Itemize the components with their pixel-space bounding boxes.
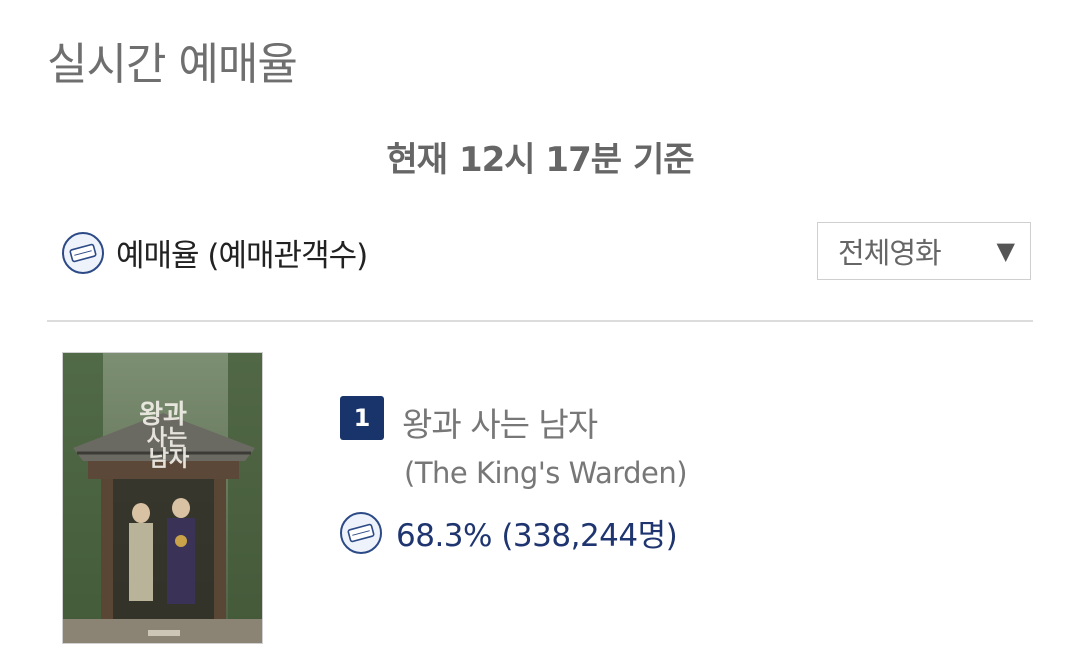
reference-time: 현재 12시 17분 기준 <box>0 132 1080 181</box>
time-prefix: 현재 <box>386 140 448 180</box>
movie-english-title: (The King's Warden) <box>404 456 688 490</box>
divider <box>47 320 1033 322</box>
movie-booking-rate: 68.3% (338,244명) <box>340 510 678 555</box>
ticket-icon <box>62 231 104 274</box>
time-value: 12시 17분 <box>458 140 622 180</box>
booking-rate-label: 예매율 (예매관객수) <box>116 238 368 274</box>
movie-filter-select[interactable]: 전체영화 ▼ <box>817 222 1031 280</box>
chevron-down-icon: ▼ <box>996 237 1015 265</box>
movie-poster[interactable]: 왕과 사는 남자 <box>62 352 263 644</box>
movie-filter-value: 전체영화 <box>838 236 942 270</box>
time-suffix: 기준 <box>633 140 695 180</box>
ticket-icon <box>340 511 382 554</box>
svg-text:남자: 남자 <box>149 446 190 472</box>
rank-badge: 1 <box>340 396 384 440</box>
movie-title[interactable]: 왕과 사는 남자 <box>402 398 598 446</box>
booking-rate-header: 예매율 (예매관객수) <box>62 230 368 275</box>
page-title: 실시간 예매율 <box>47 39 298 90</box>
booking-rate-value: 68.3% (338,244명) <box>396 518 678 554</box>
